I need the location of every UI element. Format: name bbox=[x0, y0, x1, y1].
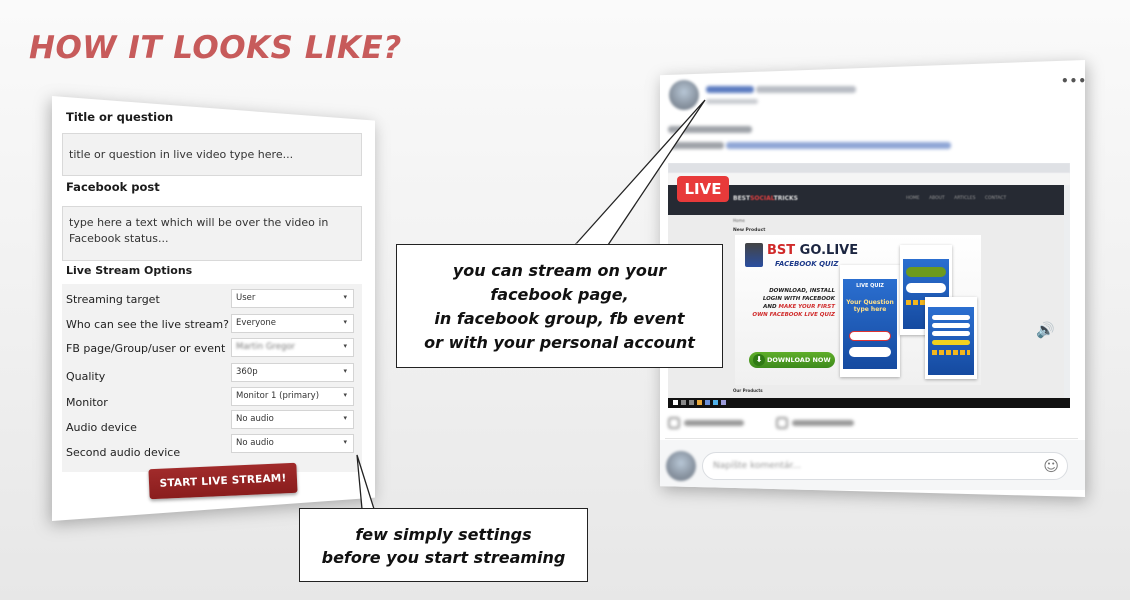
title-label: Title or question bbox=[66, 110, 174, 124]
post-link[interactable] bbox=[726, 142, 951, 149]
select-value: Everyone bbox=[236, 318, 276, 328]
monitor-select[interactable]: Monitor 1 (primary) ▾ bbox=[231, 387, 354, 406]
title-input[interactable]: title or question in live video type her… bbox=[62, 133, 362, 176]
options-table: Streaming target User ▾ Who can see the … bbox=[62, 284, 362, 472]
second-audio-device-select[interactable]: No audio ▾ bbox=[231, 434, 354, 453]
callout-line: or with your personal account bbox=[424, 333, 695, 352]
site-body: Home New Product BST GO.LIVE FACEBOOK QU… bbox=[668, 215, 1064, 398]
option-label: Second audio device bbox=[66, 446, 181, 459]
select-value: Monitor 1 (primary) bbox=[236, 391, 320, 401]
facebook-post-input[interactable]: type here a text which will be over the … bbox=[62, 206, 362, 261]
option-target-entity: FB page/Group/user or event Martin Grego… bbox=[62, 338, 362, 360]
comment-icon[interactable] bbox=[776, 417, 788, 429]
target-entity-select[interactable]: Martin Gregor ▾ bbox=[231, 338, 354, 357]
comment-bar: Napíšte komentár... ☺ bbox=[660, 440, 1085, 490]
like-icon[interactable] bbox=[668, 417, 680, 429]
commenter-avatar bbox=[666, 451, 696, 481]
site-logo: BESTSOCIALTRICKS bbox=[733, 195, 798, 202]
quality-select[interactable]: 360p ▾ bbox=[231, 363, 354, 382]
callout-line: facebook page, bbox=[490, 285, 629, 304]
callout-line: few simply settings bbox=[355, 525, 532, 544]
quiz-card-main: LIVE QUIZ Your Question type here bbox=[840, 265, 900, 377]
live-badge: LIVE bbox=[677, 176, 729, 202]
callout-line: in facebook group, fb event bbox=[434, 309, 685, 328]
start-live-stream-button[interactable]: START LIVE STREAM! bbox=[148, 462, 298, 500]
dropdown-arrow-icon: ▾ bbox=[343, 367, 347, 375]
dropdown-arrow-icon: ▾ bbox=[343, 318, 347, 326]
site-our-products: Our Products bbox=[733, 388, 763, 393]
comment-button[interactable] bbox=[792, 420, 854, 426]
promo-title: BST GO.LIVE bbox=[767, 243, 859, 258]
select-value: No audio bbox=[236, 414, 274, 424]
post-status-line bbox=[668, 126, 752, 133]
windows-taskbar bbox=[668, 398, 1070, 408]
live-video[interactable]: BESTSOCIALTRICKS HOME ABOUT ARTICLES CON… bbox=[668, 163, 1070, 408]
live-stream-options-heading: Live Stream Options bbox=[66, 264, 193, 277]
callout-line: you can stream on your bbox=[452, 261, 667, 280]
promo-banner: BST GO.LIVE FACEBOOK QUIZ DOWNLOAD, INST… bbox=[735, 235, 981, 385]
visibility-select[interactable]: Everyone ▾ bbox=[231, 314, 354, 333]
comment-placeholder: Napíšte komentár... bbox=[713, 461, 801, 471]
option-visibility: Who can see the live stream? Everyone ▾ bbox=[62, 314, 362, 336]
callout-line: before you start streaming bbox=[321, 548, 566, 567]
option-label: Audio device bbox=[66, 421, 137, 434]
dropdown-arrow-icon: ▾ bbox=[343, 342, 347, 350]
site-nav-links: HOME ABOUT ARTICLES CONTACT bbox=[906, 196, 1007, 201]
dropdown-arrow-icon: ▾ bbox=[343, 293, 347, 301]
stream-targets-callout: you can stream on your facebook page, in… bbox=[396, 244, 723, 368]
settings-panel: Title or question title or question in l… bbox=[52, 96, 375, 521]
comment-input[interactable]: Napíšte komentár... ☺ bbox=[702, 452, 1068, 480]
select-value: User bbox=[236, 293, 256, 303]
product-box-icon bbox=[745, 243, 763, 267]
download-now-button: ⬇ DOWNLOAD NOW bbox=[749, 352, 835, 368]
author-avatar bbox=[669, 80, 699, 110]
emoji-icon[interactable]: ☺ bbox=[1043, 457, 1059, 475]
dropdown-arrow-icon: ▾ bbox=[343, 414, 347, 422]
volume-icon[interactable]: 🔊 bbox=[1036, 321, 1055, 339]
author-name bbox=[706, 86, 754, 93]
more-options-icon[interactable]: ••• bbox=[1061, 74, 1085, 88]
like-button[interactable] bbox=[684, 420, 744, 426]
facebook-post-preview: ••• BESTSOCIALTRICKS HOME ABOUT ARTICLES… bbox=[660, 60, 1085, 497]
browser-tabs bbox=[668, 163, 1070, 173]
option-second-audio-device: Second audio device No audio ▾ bbox=[62, 434, 362, 459]
divider bbox=[665, 438, 1078, 439]
site-new-product: New Product bbox=[733, 228, 766, 233]
option-label: Who can see the live stream? bbox=[66, 318, 229, 331]
select-value: No audio bbox=[236, 438, 274, 448]
page-headline: HOW IT LOOKS LIKE? bbox=[29, 30, 402, 66]
option-streaming-target: Streaming target User ▾ bbox=[62, 289, 362, 311]
download-icon: ⬇ bbox=[753, 354, 765, 366]
audio-device-select[interactable]: No audio ▾ bbox=[231, 410, 354, 429]
dropdown-arrow-icon: ▾ bbox=[343, 391, 347, 399]
option-label: Monitor bbox=[66, 396, 108, 409]
select-value: 360p bbox=[236, 367, 258, 377]
promo-subtitle: FACEBOOK QUIZ bbox=[775, 260, 839, 268]
streaming-target-select[interactable]: User ▾ bbox=[231, 289, 354, 308]
select-value: Martin Gregor bbox=[236, 342, 296, 352]
post-actions bbox=[668, 415, 968, 431]
quiz-card-front bbox=[925, 297, 977, 379]
post-action-text bbox=[756, 86, 856, 93]
post-timestamp bbox=[706, 99, 758, 104]
promo-steps: DOWNLOAD, INSTALL LOGIN WITH FACEBOOK AN… bbox=[752, 288, 835, 318]
site-breadcrumb: Home bbox=[733, 218, 745, 223]
option-label: Streaming target bbox=[66, 293, 160, 306]
option-label: Quality bbox=[66, 370, 106, 383]
settings-callout: few simply settings before you start str… bbox=[299, 508, 588, 582]
option-quality: Quality 360p ▾ bbox=[62, 363, 362, 385]
option-monitor: Monitor Monitor 1 (primary) ▾ bbox=[62, 387, 362, 409]
facebook-post-label: Facebook post bbox=[66, 180, 160, 194]
option-label: FB page/Group/user or event bbox=[66, 342, 226, 355]
dropdown-arrow-icon: ▾ bbox=[343, 438, 347, 446]
post-link-prefix bbox=[668, 142, 724, 149]
option-audio-device: Audio device No audio ▾ bbox=[62, 410, 362, 434]
